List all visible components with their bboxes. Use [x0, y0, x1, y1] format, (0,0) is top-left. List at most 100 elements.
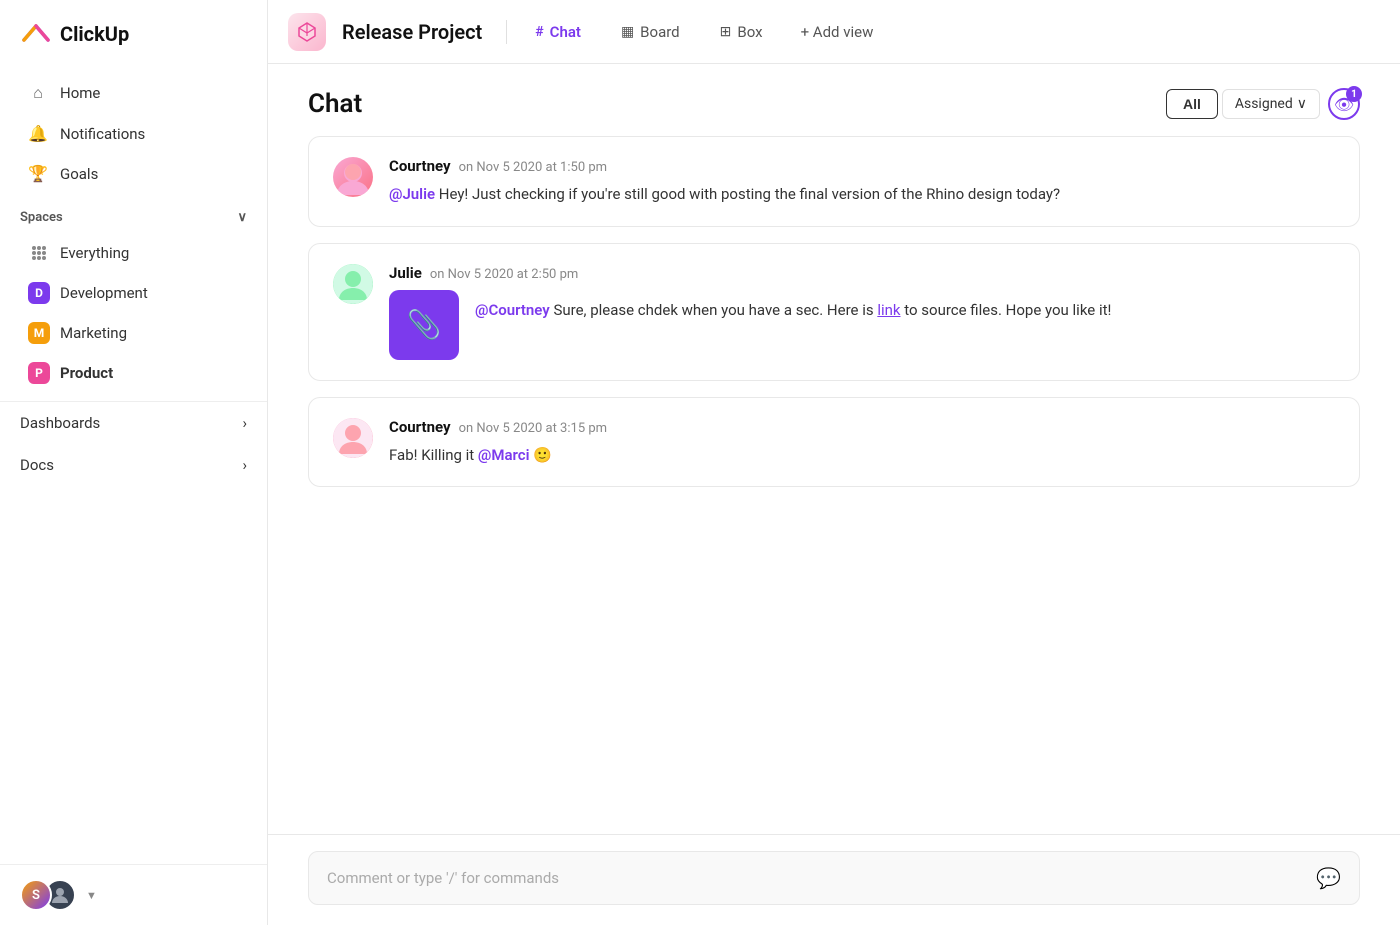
message-2-header: Julie on Nov 5 2020 at 2:50 pm: [389, 264, 1335, 282]
watch-button[interactable]: 👁 1: [1328, 88, 1360, 120]
sidebar-footer[interactable]: S ▼: [0, 864, 267, 925]
message-link[interactable]: link: [877, 301, 900, 319]
message-3-author: Courtney: [389, 418, 451, 436]
docs-label: Docs: [20, 456, 54, 474]
message-2-author: Julie: [389, 264, 422, 282]
sidebar-item-everything[interactable]: Everything: [8, 234, 259, 272]
dashboards-label: Dashboards: [20, 414, 100, 432]
attachment-icon[interactable]: 📎: [389, 290, 459, 360]
message-card: Courtney on Nov 5 2020 at 1:50 pm @Julie…: [308, 136, 1360, 227]
filter-assigned-label: Assigned: [1235, 96, 1293, 112]
box-icon: ⊞: [720, 24, 732, 40]
filter-all-button[interactable]: All: [1166, 89, 1218, 119]
chat-title: Chat: [308, 89, 362, 119]
message-2-body-after: to source files. Hope you like it!: [901, 301, 1112, 319]
sidebar-item-dashboards[interactable]: Dashboards ›: [0, 402, 267, 444]
mention-marci[interactable]: @Marci: [478, 446, 530, 464]
board-icon: ▦: [621, 24, 634, 40]
chevron-down-icon-filter: ∨: [1297, 96, 1307, 112]
comment-icon: 💬: [1316, 866, 1341, 890]
tab-board-label: Board: [640, 23, 679, 41]
message-3-time: on Nov 5 2020 at 3:15 pm: [459, 421, 607, 436]
sidebar-item-marketing[interactable]: M Marketing: [8, 314, 259, 352]
filter-assigned-dropdown[interactable]: Assigned ∨: [1222, 89, 1320, 119]
message-card-3: Courtney on Nov 5 2020 at 3:15 pm Fab! K…: [308, 397, 1360, 488]
message-1-content: Courtney on Nov 5 2020 at 1:50 pm @Julie…: [389, 157, 1335, 206]
sidebar-nav: ⌂ Home 🔔 Notifications 🏆 Goals: [0, 68, 267, 198]
message-3-header: Courtney on Nov 5 2020 at 3:15 pm: [389, 418, 1335, 436]
footer-dropdown-icon[interactable]: ▼: [86, 889, 97, 902]
trophy-icon: 🏆: [28, 164, 48, 183]
home-icon: ⌂: [28, 83, 48, 103]
logo-text: ClickUp: [60, 22, 129, 46]
sidebar-item-development-label: Development: [60, 284, 148, 302]
tab-chat-label: Chat: [550, 23, 581, 41]
chat-area: Chat All Assigned ∨ 👁 1: [268, 64, 1400, 925]
sidebar-item-goals[interactable]: 🏆 Goals: [8, 154, 259, 193]
sidebar: ClickUp ⌂ Home 🔔 Notifications 🏆 Goals S…: [0, 0, 268, 925]
avatar-courtney: [333, 157, 373, 197]
sidebar-item-notifications[interactable]: 🔔 Notifications: [8, 114, 259, 153]
chevron-right-icon: ›: [242, 414, 247, 432]
watch-badge: 1: [1346, 86, 1362, 102]
sidebar-item-home[interactable]: ⌂ Home: [8, 73, 259, 113]
message-2-content: Julie on Nov 5 2020 at 2:50 pm 📎 @Courtn…: [389, 264, 1335, 360]
sidebar-item-notifications-label: Notifications: [60, 125, 145, 143]
topbar: Release Project # Chat ▦ Board ⊞ Box + A…: [268, 0, 1400, 64]
mention-julie[interactable]: @Julie: [389, 185, 435, 203]
message-2-time: on Nov 5 2020 at 2:50 pm: [430, 267, 578, 282]
avatar-user1: S: [20, 879, 52, 911]
divider: [506, 20, 507, 44]
message-1-author: Courtney: [389, 157, 451, 175]
grid-icon: [28, 242, 50, 264]
add-view-button[interactable]: + Add view: [791, 17, 884, 47]
message-3-content: Courtney on Nov 5 2020 at 3:15 pm Fab! K…: [389, 418, 1335, 467]
message-3-text: Fab! Killing it @Marci 🙂: [389, 444, 1335, 467]
tab-board[interactable]: ▦ Board: [609, 17, 692, 47]
spaces-label: Spaces: [20, 210, 63, 225]
add-view-label: + Add view: [801, 23, 874, 41]
mention-courtney[interactable]: @Courtney: [475, 301, 550, 319]
main-content: Release Project # Chat ▦ Board ⊞ Box + A…: [268, 0, 1400, 925]
message-1-time: on Nov 5 2020 at 1:50 pm: [459, 160, 607, 175]
bell-icon: 🔔: [28, 124, 48, 143]
chat-header: Chat All Assigned ∨ 👁 1: [268, 64, 1400, 136]
message-card-2: Julie on Nov 5 2020 at 2:50 pm 📎 @Courtn…: [308, 243, 1360, 381]
chevron-down-icon: ∨: [237, 210, 247, 225]
tab-chat[interactable]: # Chat: [523, 17, 593, 47]
project-icon: [288, 13, 326, 51]
chat-filters: All Assigned ∨: [1166, 89, 1320, 119]
comment-placeholder: Comment or type '/' for commands: [327, 869, 559, 887]
logo: ClickUp: [0, 0, 267, 68]
marketing-badge: M: [28, 322, 50, 344]
message-1-header: Courtney on Nov 5 2020 at 1:50 pm: [389, 157, 1335, 175]
avatar-stack: S: [20, 879, 76, 911]
tab-box-label: Box: [737, 23, 762, 41]
sidebar-item-home-label: Home: [60, 84, 100, 102]
development-badge: D: [28, 282, 50, 304]
tab-box[interactable]: ⊞ Box: [708, 17, 775, 47]
comment-area: Comment or type '/' for commands 💬: [268, 834, 1400, 925]
sidebar-item-product-label: Product: [60, 364, 113, 382]
avatar-courtney-2: [333, 418, 373, 458]
message-1-body: Hey! Just checking if you're still good …: [435, 185, 1060, 203]
sidebar-item-everything-label: Everything: [60, 244, 129, 262]
product-badge: P: [28, 362, 50, 384]
message-2-attachment: 📎 @Courtney Sure, please chdek when you …: [389, 290, 1335, 360]
avatar-julie: [333, 264, 373, 304]
messages-container: Courtney on Nov 5 2020 at 1:50 pm @Julie…: [268, 136, 1400, 834]
sidebar-item-docs[interactable]: Docs ›: [0, 444, 267, 486]
sidebar-item-development[interactable]: D Development: [8, 274, 259, 312]
hash-icon: #: [535, 24, 543, 40]
message-3-before-mention: Fab! Killing it: [389, 446, 478, 464]
message-3-emoji: 🙂: [533, 446, 552, 464]
message-2-text: @Courtney Sure, please chdek when you ha…: [475, 290, 1111, 322]
project-title: Release Project: [342, 20, 482, 44]
comment-input-wrapper[interactable]: Comment or type '/' for commands 💬: [308, 851, 1360, 905]
sidebar-item-goals-label: Goals: [60, 165, 98, 183]
spaces-header[interactable]: Spaces ∨: [0, 198, 267, 233]
sidebar-item-marketing-label: Marketing: [60, 324, 127, 342]
message-1-text: @Julie Hey! Just checking if you're stil…: [389, 183, 1335, 206]
clickup-logo-icon: [20, 18, 52, 50]
sidebar-item-product[interactable]: P Product: [8, 354, 259, 392]
